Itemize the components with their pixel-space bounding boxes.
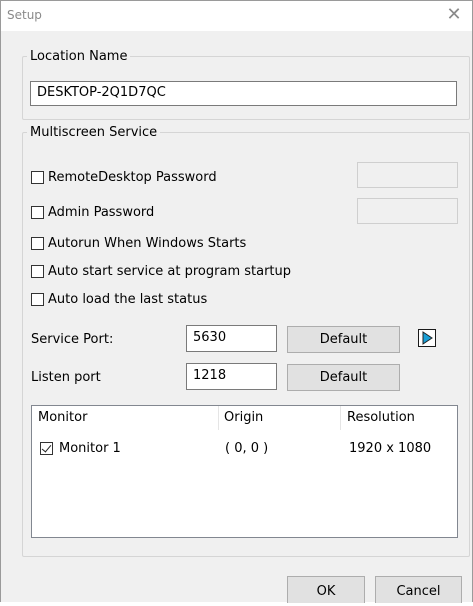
- column-header-monitor[interactable]: Monitor: [32, 406, 218, 430]
- checkbox-label: Auto load the last status: [48, 291, 208, 307]
- column-header-resolution[interactable]: Resolution: [341, 406, 459, 430]
- listen-port-input[interactable]: 1218: [186, 363, 277, 390]
- auto-load-status-checkbox[interactable]: Auto load the last status: [31, 290, 207, 308]
- admin-password-field: [357, 198, 458, 224]
- checkbox-box[interactable]: [31, 264, 44, 278]
- checkbox-label: RemoteDesktop Password: [48, 169, 217, 185]
- checkbox-box[interactable]: [31, 292, 44, 306]
- autorun-windows-checkbox[interactable]: Autorun When Windows Starts: [31, 234, 246, 252]
- column-header-origin[interactable]: Origin: [218, 406, 342, 430]
- monitor-list[interactable]: Monitor Origin Resolution Monitor 1 ( 0,…: [31, 405, 458, 538]
- expand-arrow-button[interactable]: [418, 329, 436, 347]
- checkbox-label: Auto start service at program startup: [48, 263, 292, 279]
- monitor-name: Monitor 1: [59, 441, 121, 456]
- admin-password-checkbox[interactable]: Admin Password: [31, 203, 154, 221]
- ok-button[interactable]: OK: [287, 576, 365, 603]
- monitor-checkbox[interactable]: [40, 442, 53, 455]
- play-arrow-icon: [422, 331, 433, 345]
- checkbox-box[interactable]: [31, 170, 44, 184]
- window-title: Setup: [7, 8, 42, 22]
- title-bar: Setup ✕: [1, 1, 472, 31]
- service-port-input[interactable]: 5630: [186, 325, 277, 352]
- service-port-label: Service Port:: [31, 332, 114, 347]
- service-port-default-button[interactable]: Default: [287, 326, 400, 353]
- checkbox-box[interactable]: [31, 236, 44, 250]
- setup-dialog: Setup ✕ Location Name DESKTOP-2Q1D7QC Mu…: [0, 0, 473, 603]
- remotedesktop-password-field: [357, 162, 458, 188]
- checkbox-box[interactable]: [31, 205, 44, 219]
- location-name-legend: Location Name: [30, 49, 128, 64]
- multiscreen-service-legend: Multiscreen Service: [30, 125, 158, 140]
- listen-port-default-button[interactable]: Default: [287, 364, 400, 391]
- close-icon[interactable]: ✕: [444, 5, 464, 25]
- monitor-resolution-cell: 1920 x 1080: [349, 441, 432, 456]
- monitor-name-cell[interactable]: Monitor 1: [40, 440, 121, 458]
- monitor-origin-cell: ( 0, 0 ): [225, 441, 269, 456]
- remotedesktop-password-checkbox[interactable]: RemoteDesktop Password: [31, 168, 217, 186]
- location-name-input[interactable]: DESKTOP-2Q1D7QC: [30, 81, 457, 106]
- checkbox-label: Autorun When Windows Starts: [48, 235, 247, 251]
- auto-start-service-checkbox[interactable]: Auto start service at program startup: [31, 262, 291, 280]
- cancel-button[interactable]: Cancel: [375, 576, 462, 603]
- listen-port-label: Listen port: [31, 370, 101, 385]
- checkbox-label: Admin Password: [48, 204, 155, 220]
